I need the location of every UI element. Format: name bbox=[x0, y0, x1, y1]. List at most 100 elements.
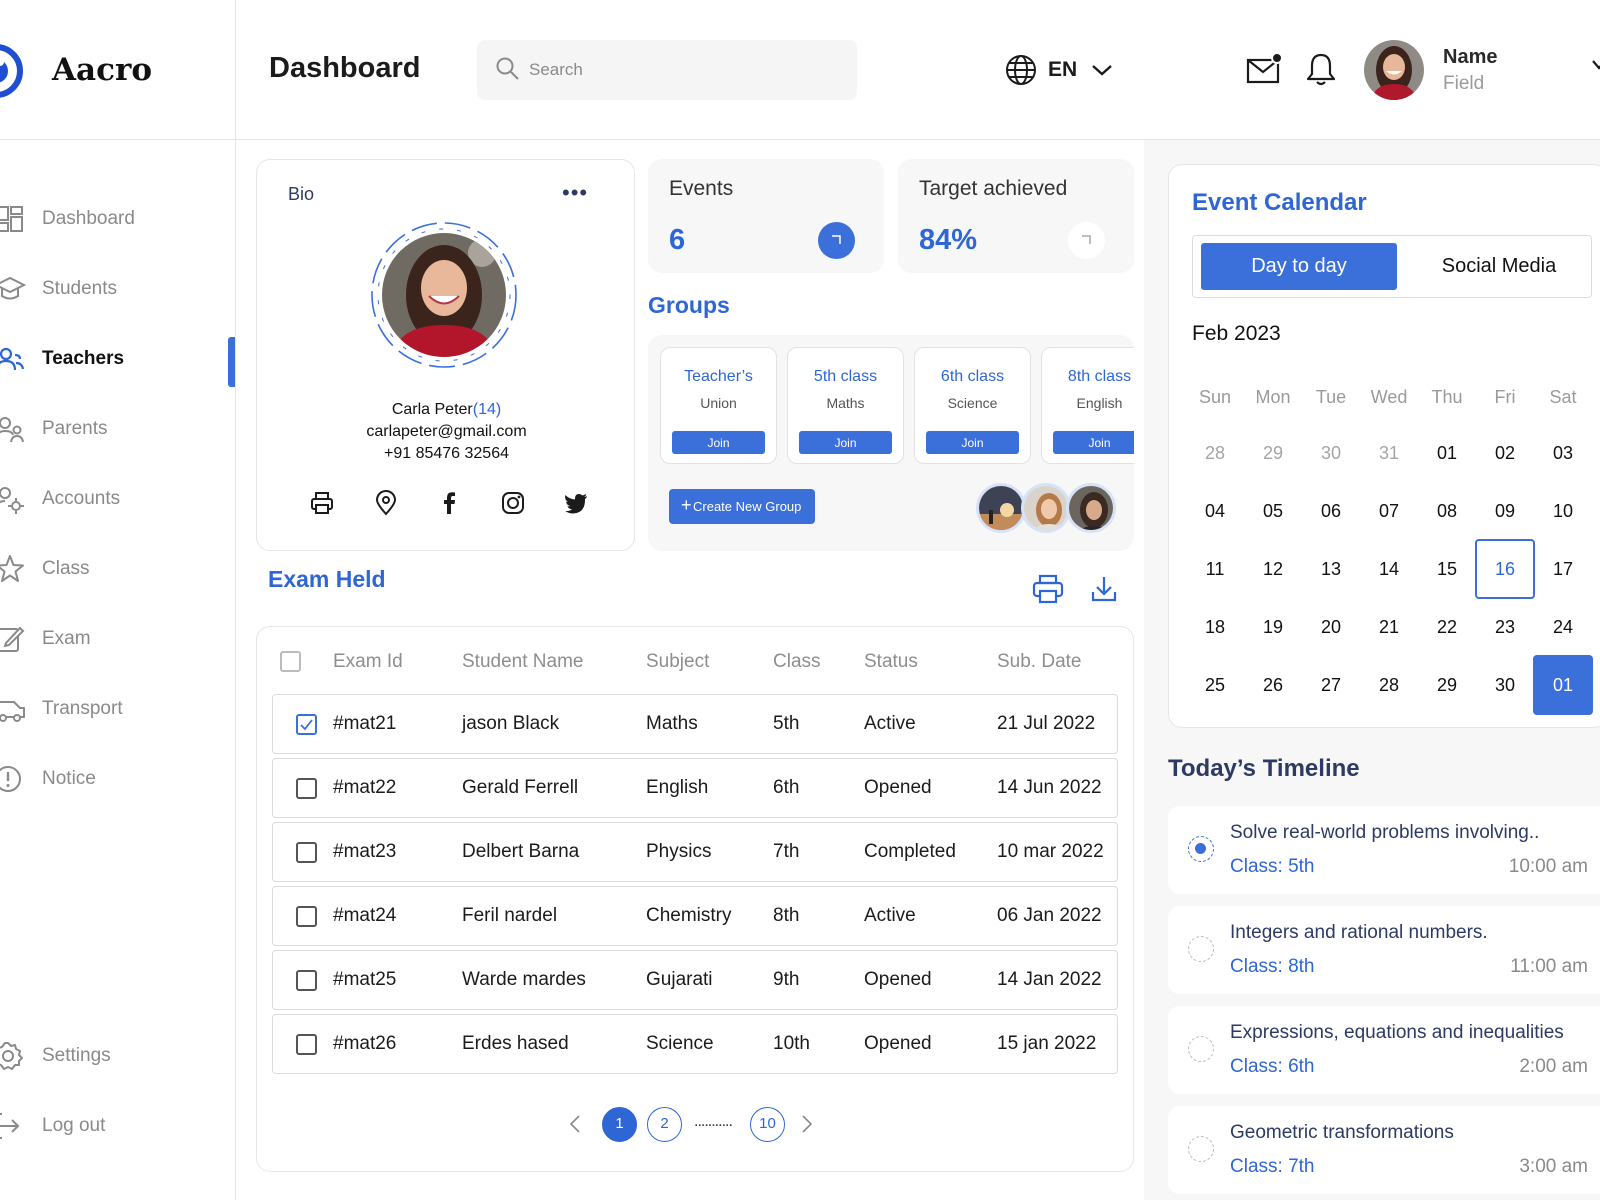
print-icon[interactable] bbox=[1032, 574, 1064, 604]
calendar-day[interactable]: 10 bbox=[1533, 481, 1593, 541]
calendar-day[interactable]: 31 bbox=[1359, 423, 1419, 483]
calendar-day[interactable]: 29 bbox=[1243, 423, 1303, 483]
calendar-day[interactable]: 11 bbox=[1185, 539, 1245, 599]
bell-icon[interactable] bbox=[1306, 52, 1336, 86]
calendar-day[interactable]: 06 bbox=[1301, 481, 1361, 541]
calendar-day[interactable]: 29 bbox=[1417, 655, 1477, 715]
row-checkbox[interactable] bbox=[296, 714, 317, 735]
calendar-day[interactable]: 09 bbox=[1475, 481, 1535, 541]
page-button[interactable]: 10 bbox=[750, 1107, 785, 1142]
calendar-day[interactable]: 18 bbox=[1185, 597, 1245, 657]
calendar-day[interactable]: 23 bbox=[1475, 597, 1535, 657]
search-input[interactable] bbox=[529, 40, 829, 100]
chevron-right-icon[interactable] bbox=[799, 1113, 815, 1135]
timeline-radio[interactable] bbox=[1188, 936, 1214, 962]
calendar-day[interactable]: 12 bbox=[1243, 539, 1303, 599]
calendar-day[interactable]: 08 bbox=[1417, 481, 1477, 541]
open-button[interactable] bbox=[1068, 222, 1105, 259]
calendar-day[interactable]: 26 bbox=[1243, 655, 1303, 715]
timeline-radio[interactable] bbox=[1188, 1136, 1214, 1162]
open-button[interactable] bbox=[818, 222, 855, 259]
table-row[interactable]: #mat22 Gerald Ferrell English 6th Opened… bbox=[272, 758, 1118, 818]
sidebar-item-dashboard[interactable]: Dashboard bbox=[0, 197, 236, 241]
calendar-day[interactable]: 03 bbox=[1533, 423, 1593, 483]
calendar-day[interactable]: 02 bbox=[1475, 423, 1535, 483]
language-selector[interactable]: EN bbox=[1004, 50, 1113, 90]
sidebar-item-students[interactable]: Students bbox=[0, 267, 236, 311]
calendar-day[interactable]: 14 bbox=[1359, 539, 1419, 599]
chevron-left-icon[interactable] bbox=[567, 1113, 583, 1135]
calendar-day[interactable]: 30 bbox=[1475, 655, 1535, 715]
join-button[interactable]: Join bbox=[799, 431, 892, 454]
print-icon[interactable] bbox=[309, 490, 335, 516]
sidebar-item-logout[interactable]: Log out bbox=[0, 1104, 236, 1148]
table-row[interactable]: #mat26 Erdes hased Science 10th Opened 1… bbox=[272, 1014, 1118, 1074]
calendar-day[interactable]: 01 bbox=[1417, 423, 1477, 483]
instagram-icon[interactable] bbox=[500, 490, 526, 516]
timeline-radio[interactable] bbox=[1188, 1036, 1214, 1062]
calendar-day[interactable]: 30 bbox=[1301, 423, 1361, 483]
calendar-day[interactable]: 28 bbox=[1359, 655, 1419, 715]
timeline-item[interactable]: Expressions, equations and inequalities … bbox=[1168, 1006, 1600, 1094]
calendar-day[interactable]: 15 bbox=[1417, 539, 1477, 599]
calendar-day[interactable]: 07 bbox=[1359, 481, 1419, 541]
twitter-icon[interactable] bbox=[563, 490, 589, 516]
row-checkbox[interactable] bbox=[296, 778, 317, 799]
table-row[interactable]: #mat23 Delbert Barna Physics 7th Complet… bbox=[272, 822, 1118, 882]
join-button[interactable]: Join bbox=[1053, 431, 1134, 454]
sidebar-item-settings[interactable]: Settings bbox=[0, 1034, 236, 1078]
sidebar-item-notice[interactable]: Notice bbox=[0, 757, 236, 801]
sidebar-item-accounts[interactable]: Accounts bbox=[0, 477, 236, 521]
user-avatar[interactable] bbox=[1364, 40, 1424, 100]
search-box[interactable] bbox=[477, 40, 857, 100]
row-checkbox[interactable] bbox=[296, 1034, 317, 1055]
brand-logo[interactable]: Aacro bbox=[0, 40, 236, 102]
calendar-day[interactable]: 17 bbox=[1533, 539, 1593, 599]
location-icon[interactable] bbox=[373, 490, 399, 516]
calendar-day[interactable]: 27 bbox=[1301, 655, 1361, 715]
page-button[interactable]: 2 bbox=[647, 1107, 682, 1142]
table-row[interactable]: #mat25 Warde mardes Gujarati 9th Opened … bbox=[272, 950, 1118, 1010]
facebook-icon[interactable] bbox=[436, 490, 462, 516]
tab-day-to-day[interactable]: Day to day bbox=[1201, 243, 1397, 290]
group-members[interactable] bbox=[976, 483, 1116, 533]
sidebar-item-transport[interactable]: Transport bbox=[0, 687, 236, 731]
calendar-day[interactable]: 05 bbox=[1243, 481, 1303, 541]
calendar-day[interactable]: 28 bbox=[1185, 423, 1245, 483]
row-checkbox[interactable] bbox=[296, 906, 317, 927]
timeline-radio[interactable] bbox=[1188, 836, 1214, 862]
calendar-day[interactable]: 22 bbox=[1417, 597, 1477, 657]
timeline-item[interactable]: Geometric transformations Class: 7th 3:0… bbox=[1168, 1106, 1600, 1194]
calendar-day[interactable]: 24 bbox=[1533, 597, 1593, 657]
create-group-button[interactable]: + Create New Group bbox=[669, 489, 815, 524]
table-row[interactable]: #mat24 Feril nardel Chemistry 8th Active… bbox=[272, 886, 1118, 946]
calendar-day[interactable]: 16 bbox=[1475, 539, 1535, 599]
sidebar-item-teachers[interactable]: Teachers bbox=[0, 337, 236, 381]
sidebar-item-parents[interactable]: Parents bbox=[0, 407, 236, 451]
calendar-day[interactable]: 21 bbox=[1359, 597, 1419, 657]
calendar-day[interactable]: 19 bbox=[1243, 597, 1303, 657]
page-button[interactable]: 1 bbox=[602, 1107, 637, 1142]
timeline-item[interactable]: Integers and rational numbers. Class: 8t… bbox=[1168, 906, 1600, 994]
calendar-day[interactable]: 01 bbox=[1533, 655, 1593, 715]
calendar-day[interactable]: 13 bbox=[1301, 539, 1361, 599]
create-group-label: Create New Group bbox=[693, 499, 802, 514]
join-button[interactable]: Join bbox=[672, 431, 765, 454]
row-checkbox[interactable] bbox=[296, 970, 317, 991]
bio-title: Bio bbox=[288, 184, 315, 204]
row-checkbox[interactable] bbox=[296, 842, 317, 863]
sidebar-item-class[interactable]: Class bbox=[0, 547, 236, 591]
tab-social-media[interactable]: Social Media bbox=[1401, 243, 1597, 290]
join-button[interactable]: Join bbox=[926, 431, 1019, 454]
calendar-day[interactable]: 25 bbox=[1185, 655, 1245, 715]
more-options-button[interactable]: ••• bbox=[562, 180, 588, 206]
calendar-day[interactable]: 04 bbox=[1185, 481, 1245, 541]
select-all-checkbox[interactable] bbox=[280, 651, 301, 672]
calendar-day[interactable]: 20 bbox=[1301, 597, 1361, 657]
timeline-item[interactable]: Solve real-world problems involving.. Cl… bbox=[1168, 806, 1600, 894]
mail-icon[interactable] bbox=[1246, 52, 1282, 86]
download-icon[interactable] bbox=[1090, 574, 1118, 604]
chevron-down-icon[interactable] bbox=[1592, 58, 1600, 72]
sidebar-item-exam[interactable]: Exam bbox=[0, 617, 236, 661]
table-row[interactable]: #mat21 jason Black Maths 5th Active 21 J… bbox=[272, 694, 1118, 754]
